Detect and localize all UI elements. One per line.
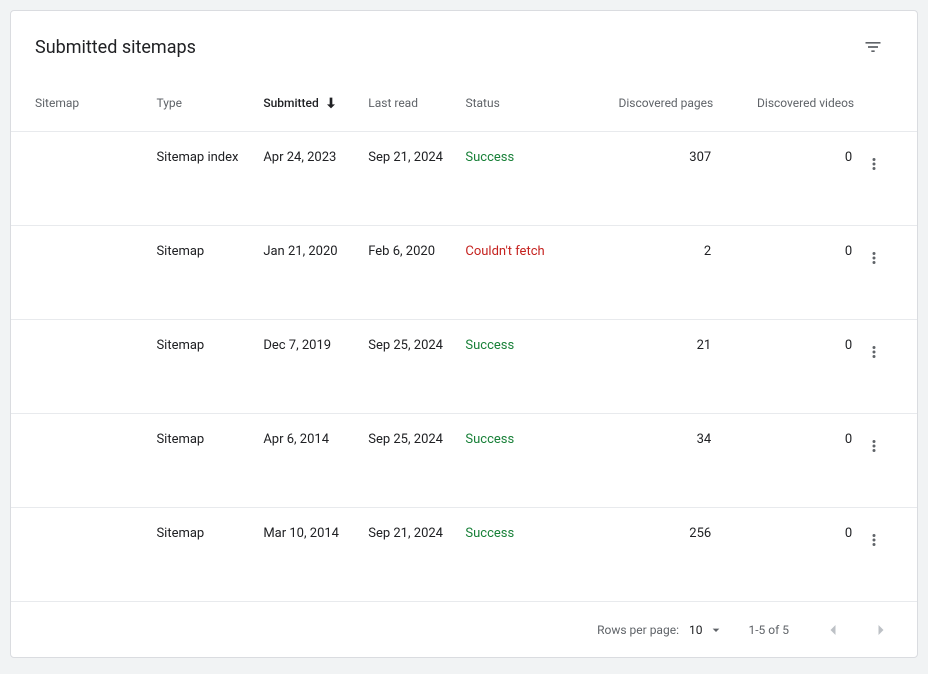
more-vert-icon: [865, 343, 883, 361]
cell-videos: 0: [713, 526, 854, 541]
cell-last-read: Sep 21, 2024: [368, 150, 465, 165]
cell-videos: 0: [713, 432, 854, 447]
pagination-arrows: [813, 610, 901, 650]
table-row[interactable]: SitemapDec 7, 2019Sep 25, 2024Success210: [11, 319, 917, 413]
chevron-left-icon: [823, 620, 843, 640]
rows-per-page-value: 10: [689, 623, 703, 637]
table-row[interactable]: SitemapMar 10, 2014Sep 21, 2024Success25…: [11, 507, 917, 601]
table-footer: Rows per page: 10 1-5 of 5: [11, 601, 917, 657]
col-header-submitted-label: Submitted: [263, 96, 318, 110]
cell-submitted: Apr 24, 2023: [263, 150, 368, 165]
cell-menu: [854, 526, 893, 554]
cell-submitted: Apr 6, 2014: [263, 432, 368, 447]
rows-per-page-label: Rows per page:: [597, 623, 679, 637]
cell-type: Sitemap: [156, 338, 263, 353]
next-page-button[interactable]: [861, 610, 901, 650]
cell-pages: 2: [572, 244, 713, 259]
cell-type: Sitemap index: [156, 150, 263, 165]
row-more-button[interactable]: [860, 526, 888, 554]
more-vert-icon: [865, 155, 883, 173]
rows-per-page-select[interactable]: 10: [689, 622, 725, 638]
cell-last-read: Sep 25, 2024: [368, 432, 465, 447]
rows-per-page: Rows per page: 10: [597, 622, 724, 638]
table-body: Sitemap indexApr 24, 2023Sep 21, 2024Suc…: [11, 131, 917, 601]
cell-pages: 21: [572, 338, 713, 353]
cell-menu: [854, 244, 893, 272]
sitemaps-card: Submitted sitemaps Sitemap Type Submitte…: [10, 10, 918, 658]
more-vert-icon: [865, 249, 883, 267]
filter-button[interactable]: [853, 27, 893, 67]
cell-status: Success: [465, 150, 572, 165]
cell-videos: 0: [713, 244, 854, 259]
cell-status: Success: [465, 526, 572, 541]
filter-icon: [863, 37, 883, 57]
card-title: Submitted sitemaps: [35, 37, 196, 58]
cell-submitted: Jan 21, 2020: [263, 244, 368, 259]
cell-videos: 0: [713, 150, 854, 165]
cell-submitted: Mar 10, 2014: [263, 526, 368, 541]
row-more-button[interactable]: [860, 244, 888, 272]
cell-type: Sitemap: [156, 432, 263, 447]
table-header-row: Sitemap Type Submitted Last read Status …: [11, 75, 917, 131]
col-header-sitemap[interactable]: Sitemap: [35, 96, 156, 110]
card-header: Submitted sitemaps: [11, 11, 917, 75]
cell-status: Couldn't fetch: [465, 244, 572, 259]
table-row[interactable]: SitemapJan 21, 2020Feb 6, 2020Couldn't f…: [11, 225, 917, 319]
cell-last-read: Sep 25, 2024: [368, 338, 465, 353]
sort-desc-icon: [323, 95, 339, 111]
row-more-button[interactable]: [860, 150, 888, 178]
cell-last-read: Feb 6, 2020: [368, 244, 465, 259]
col-header-videos[interactable]: Discovered videos: [713, 96, 854, 110]
cell-menu: [854, 432, 893, 460]
cell-videos: 0: [713, 338, 854, 353]
dropdown-icon: [708, 622, 724, 638]
col-header-submitted[interactable]: Submitted: [263, 95, 368, 111]
col-header-type[interactable]: Type: [156, 96, 263, 110]
row-more-button[interactable]: [860, 338, 888, 366]
cell-type: Sitemap: [156, 244, 263, 259]
cell-menu: [854, 150, 893, 178]
chevron-right-icon: [871, 620, 891, 640]
cell-type: Sitemap: [156, 526, 263, 541]
table-row[interactable]: SitemapApr 6, 2014Sep 25, 2024Success340: [11, 413, 917, 507]
table-row[interactable]: Sitemap indexApr 24, 2023Sep 21, 2024Suc…: [11, 131, 917, 225]
col-header-pages[interactable]: Discovered pages: [572, 96, 713, 110]
row-more-button[interactable]: [860, 432, 888, 460]
cell-pages: 307: [572, 150, 713, 165]
prev-page-button[interactable]: [813, 610, 853, 650]
cell-pages: 34: [572, 432, 713, 447]
pagination-range: 1-5 of 5: [748, 623, 789, 637]
cell-submitted: Dec 7, 2019: [263, 338, 368, 353]
col-header-last-read[interactable]: Last read: [368, 96, 465, 110]
col-header-status[interactable]: Status: [465, 96, 572, 110]
cell-last-read: Sep 21, 2024: [368, 526, 465, 541]
more-vert-icon: [865, 531, 883, 549]
cell-menu: [854, 338, 893, 366]
cell-pages: 256: [572, 526, 713, 541]
cell-status: Success: [465, 432, 572, 447]
more-vert-icon: [865, 437, 883, 455]
cell-status: Success: [465, 338, 572, 353]
